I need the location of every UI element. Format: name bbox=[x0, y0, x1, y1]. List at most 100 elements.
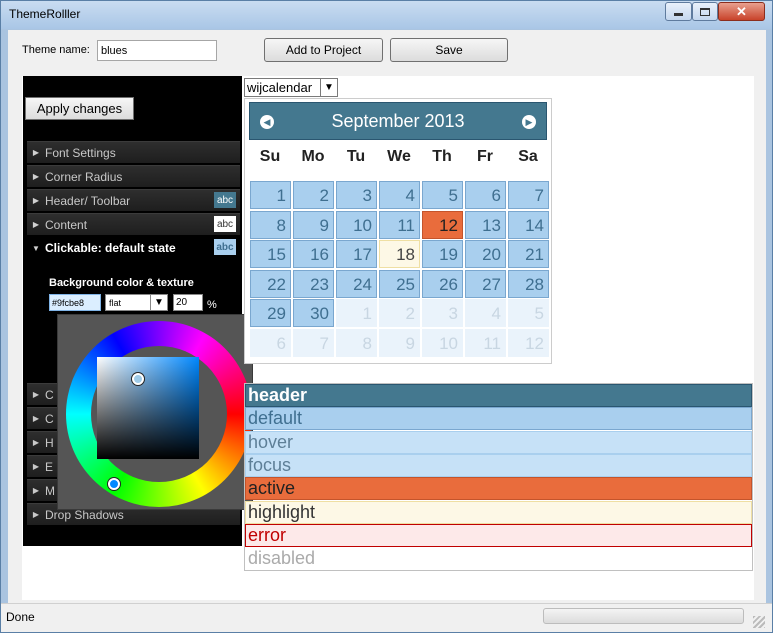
section-clickable-default[interactable]: ▼ Clickable: default state abc bbox=[27, 237, 240, 259]
state-header: header bbox=[245, 384, 752, 407]
calendar-day: 8 bbox=[336, 328, 377, 357]
calendar-day[interactable]: 23 bbox=[293, 269, 334, 298]
title-bar: ThemeRolller ✕ bbox=[1, 1, 772, 29]
section-corner-radius[interactable]: ▶ Corner Radius bbox=[27, 165, 240, 187]
calendar-day[interactable]: 3 bbox=[336, 181, 377, 209]
state-preview-list: header default hover focus active highlight er… bbox=[244, 383, 753, 571]
calendar-day[interactable]: 9 bbox=[293, 210, 334, 239]
triangle-down-icon: ▼ bbox=[32, 243, 40, 253]
calendar-day[interactable]: 19 bbox=[422, 240, 463, 268]
theme-settings-panel: Apply changes ▶ Font Settings ▶ Corner R… bbox=[23, 76, 253, 546]
calendar-day[interactable]: 18 bbox=[379, 240, 420, 268]
calendar-day: 11 bbox=[465, 328, 506, 357]
close-button[interactable]: ✕ bbox=[718, 2, 765, 21]
calendar-day: 4 bbox=[465, 299, 506, 327]
section-label: Clickable: default state bbox=[45, 241, 176, 255]
close-icon: ✕ bbox=[736, 3, 747, 19]
add-to-project-button[interactable]: Add to Project bbox=[264, 38, 383, 62]
chevron-down-icon: ▼ bbox=[150, 295, 167, 310]
section-font-settings[interactable]: ▶ Font Settings bbox=[27, 141, 240, 163]
hue-handle[interactable] bbox=[108, 478, 120, 490]
calendar-day[interactable]: 6 bbox=[465, 181, 506, 209]
widget-select-value: wijcalendar bbox=[247, 80, 313, 95]
calendar-day[interactable]: 7 bbox=[508, 181, 549, 209]
apply-changes-button[interactable]: Apply changes bbox=[25, 97, 134, 120]
section-label: Corner Radius bbox=[45, 169, 123, 184]
minimize-icon bbox=[674, 13, 683, 16]
calendar-day[interactable]: 11 bbox=[379, 210, 420, 239]
calendar-day[interactable]: 8 bbox=[250, 210, 291, 239]
calendar-day: 10 bbox=[422, 328, 463, 357]
widget-select[interactable]: wijcalendar ▼ bbox=[244, 78, 338, 97]
calendar-day[interactable]: 29 bbox=[250, 299, 291, 327]
calendar-day[interactable]: 21 bbox=[508, 240, 549, 268]
calendar-day[interactable]: 26 bbox=[422, 269, 463, 298]
triangle-right-icon: ▶ bbox=[32, 390, 40, 399]
calendar-day[interactable]: 15 bbox=[250, 240, 291, 268]
state-highlight: highlight bbox=[245, 500, 752, 524]
calendar-day[interactable]: 2 bbox=[293, 181, 334, 209]
triangle-right-icon: ▶ bbox=[32, 196, 40, 205]
calendar-day[interactable]: 4 bbox=[379, 181, 420, 209]
texture-select[interactable]: flat ▼ bbox=[105, 294, 168, 311]
saturation-value-square[interactable] bbox=[97, 357, 199, 459]
resize-grip-icon[interactable] bbox=[753, 616, 765, 628]
save-button[interactable]: Save bbox=[390, 38, 508, 62]
texture-value: flat bbox=[109, 297, 122, 308]
state-hover: hover bbox=[245, 430, 752, 454]
section-label: Header/ Toolbar bbox=[45, 193, 131, 208]
triangle-right-icon: ▶ bbox=[32, 462, 40, 471]
calendar-day[interactable]: 25 bbox=[379, 269, 420, 298]
minimize-button[interactable] bbox=[665, 2, 692, 21]
weekday-label: Tu bbox=[346, 148, 366, 165]
weekday-label: Th bbox=[432, 148, 452, 165]
calendar-day[interactable]: 10 bbox=[336, 210, 377, 239]
state-focus: focus bbox=[245, 453, 752, 477]
state-default: default bbox=[245, 407, 752, 431]
weekday-label: We bbox=[387, 148, 411, 165]
saturation-handle[interactable] bbox=[132, 373, 144, 385]
calendar-title: September 2013 bbox=[331, 110, 465, 131]
calendar-day: 9 bbox=[379, 328, 420, 357]
section-label: M bbox=[45, 483, 55, 498]
theme-name-input[interactable] bbox=[97, 40, 217, 61]
state-error: error bbox=[245, 523, 752, 547]
triangle-right-icon: ▶ bbox=[32, 172, 40, 181]
status-bar: Done bbox=[1, 603, 772, 632]
opacity-input[interactable] bbox=[173, 294, 203, 311]
calendar-day: 3 bbox=[422, 299, 463, 327]
calendar-day[interactable]: 24 bbox=[336, 269, 377, 298]
triangle-right-icon: ▶ bbox=[32, 414, 40, 423]
calendar-day[interactable]: 13 bbox=[465, 210, 506, 239]
maximize-button[interactable] bbox=[692, 2, 718, 21]
calendar-day[interactable]: 28 bbox=[508, 269, 549, 298]
calendar-day[interactable]: 17 bbox=[336, 240, 377, 268]
client-area: Theme name: Add to Project Save Apply ch… bbox=[8, 30, 766, 603]
weekday-label: Fr bbox=[477, 148, 493, 165]
prev-month-button[interactable]: ◀ bbox=[260, 115, 274, 129]
calendar-day[interactable]: 22 bbox=[250, 269, 291, 298]
calendar-day[interactable]: 30 bbox=[293, 299, 334, 327]
hex-color-input[interactable] bbox=[49, 294, 101, 311]
next-month-button[interactable]: ▶ bbox=[522, 115, 536, 129]
calendar-day[interactable]: 27 bbox=[465, 269, 506, 298]
calendar-widget: ◀ September 2013 ▶ Su Mo Tu We Th Fr Sa 123456… bbox=[244, 98, 552, 364]
calendar-day[interactable]: 1 bbox=[250, 181, 291, 209]
maximize-icon bbox=[700, 7, 710, 16]
calendar-day: 5 bbox=[508, 299, 549, 327]
section-content[interactable]: ▶ Content abc bbox=[27, 213, 240, 235]
calendar-day[interactable]: 12 bbox=[422, 210, 463, 239]
section-label: C bbox=[45, 411, 54, 426]
section-header-toolbar[interactable]: ▶ Header/ Toolbar abc bbox=[27, 189, 240, 211]
state-active: active bbox=[245, 477, 752, 501]
triangle-right-icon: ▶ bbox=[32, 148, 40, 157]
calendar-day[interactable]: 5 bbox=[422, 181, 463, 209]
weekday-label: Sa bbox=[518, 148, 538, 165]
section-label: H bbox=[45, 435, 54, 450]
calendar-day[interactable]: 20 bbox=[465, 240, 506, 268]
calendar-day[interactable]: 16 bbox=[293, 240, 334, 268]
calendar-day[interactable]: 14 bbox=[508, 210, 549, 239]
calendar-day: 12 bbox=[508, 328, 549, 357]
progress-bar bbox=[543, 608, 744, 624]
weekday-label: Su bbox=[259, 148, 281, 165]
